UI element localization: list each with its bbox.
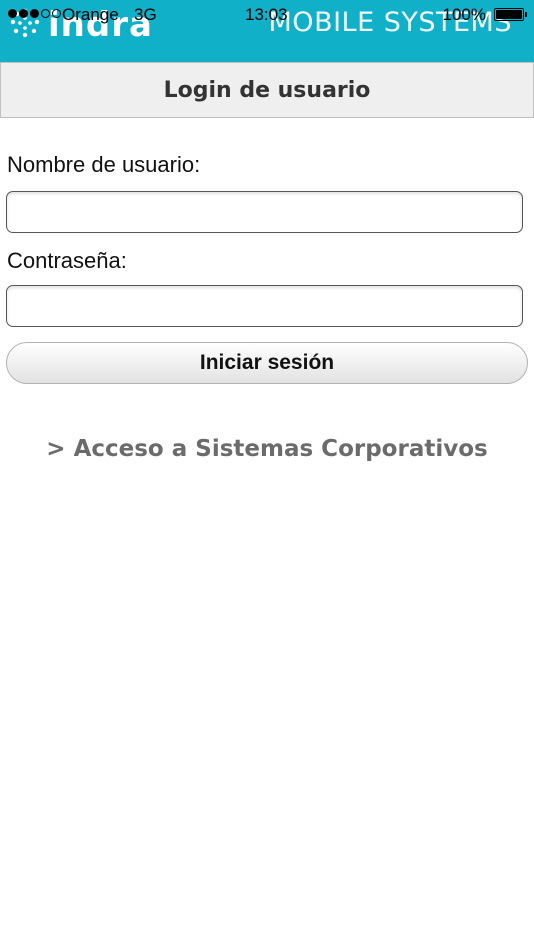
page-title: Login de usuario — [163, 77, 371, 103]
password-label: Contraseña: — [7, 248, 127, 273]
corporate-systems-link[interactable]: > Acceso a Sistemas Corporativos — [0, 436, 534, 462]
status-time: 13:03 — [245, 5, 288, 24]
username-label: Nombre de usuario: — [7, 152, 201, 177]
password-field[interactable] — [6, 285, 523, 327]
battery-icon — [494, 8, 527, 21]
network-type: 3G — [134, 5, 157, 24]
battery-percent: 100% — [442, 5, 486, 24]
signal-strength-icon — [8, 9, 61, 18]
username-field[interactable] — [6, 191, 523, 233]
login-button[interactable]: Iniciar sesión — [6, 342, 528, 384]
app-banner: indra MOBILE SYSTEMS Orange 3G 13:03 100… — [0, 0, 534, 62]
status-bar: Orange 3G 13:03 100% — [0, 0, 534, 30]
carrier-name: Orange — [62, 5, 119, 24]
page-header: Login de usuario — [0, 62, 534, 118]
app-screen: indra MOBILE SYSTEMS Orange 3G 13:03 100… — [0, 0, 534, 950]
